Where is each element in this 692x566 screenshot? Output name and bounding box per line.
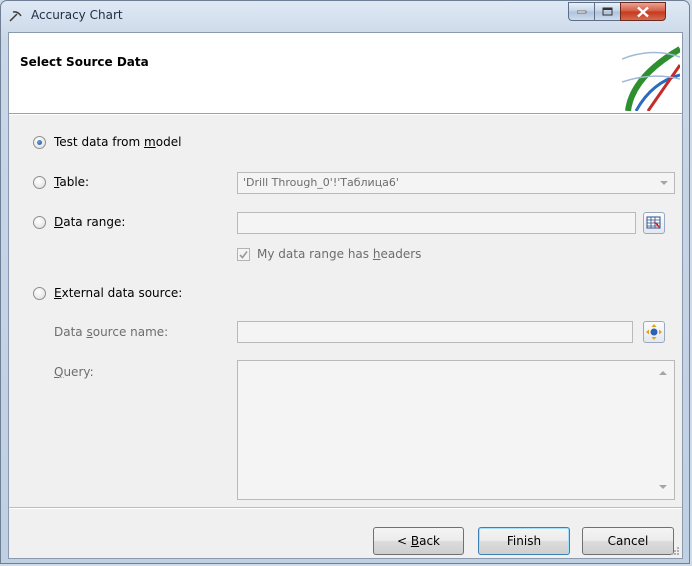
cancel-button[interactable]: Cancel [582,527,674,555]
data-source-name-label: Data source name: [54,325,168,339]
wizard-header: Select Source Data [9,33,682,114]
footer-divider-highlight [9,508,682,509]
table-radio[interactable] [33,176,46,189]
maximize-icon [602,7,612,15]
minimize-icon [576,10,586,13]
table-label-rest: able: [59,175,90,189]
data-range-label-rest: ata range: [63,215,126,229]
test-data-label[interactable]: Test data from model [54,135,181,149]
range-picker-icon [646,216,661,229]
finish-button[interactable]: Finish [478,527,570,555]
has-headers-checkbox[interactable] [237,248,250,261]
four-arrows-icon [646,324,662,340]
data-source-name-input[interactable] [237,321,633,343]
query-label-rest: uery: [63,365,94,379]
has-headers-label-text: My data range has [257,247,373,261]
back-button-prefix: < [396,534,411,548]
scroll-down-icon[interactable] [659,485,667,489]
header-divider [9,114,682,115]
browse-data-source-button[interactable] [643,321,665,343]
test-data-radio[interactable] [33,136,46,149]
data-range-input[interactable] [237,212,636,234]
chevron-down-icon [660,181,668,185]
select-range-button[interactable] [643,212,665,234]
has-headers-label[interactable]: My data range has headers [257,247,421,261]
dialog-content: Select Source Data Test data from model … [8,32,683,559]
title-bar[interactable]: Accuracy Chart [1,1,689,31]
pickaxe-icon [9,11,22,22]
chart-graphic-icon [622,46,680,111]
table-select[interactable]: 'Drill Through_0'!'Таблица6' [237,172,675,194]
scroll-up-icon[interactable] [659,371,667,375]
query-textarea[interactable] [237,360,675,500]
has-headers-label-rest: eaders [380,247,422,261]
data-source-name-label-text: Data [54,325,87,339]
resize-grip-icon[interactable] [670,546,680,556]
external-source-radio[interactable] [33,287,46,300]
test-data-access-key: m [144,135,156,149]
checkmark-icon [239,251,248,259]
table-label[interactable]: Table: [54,175,89,189]
data-range-radio[interactable] [33,216,46,229]
data-range-access-key: D [54,215,64,229]
window-title: Accuracy Chart [31,8,123,22]
external-source-label-rest: xternal data source: [61,286,183,300]
test-data-label-text: Test data from [54,135,145,149]
data-range-label[interactable]: Data range: [54,215,125,229]
table-select-value: 'Drill Through_0'!'Таблица6' [243,176,399,189]
dialog-window: Accuracy Chart Select Source Data Test d… [0,0,690,564]
close-icon [637,6,649,17]
back-button-label: ack [419,534,440,548]
page-title: Select Source Data [20,55,149,69]
query-label: Query: [54,365,94,379]
back-access-key: B [410,534,420,548]
external-source-access-key: E [54,286,62,300]
external-source-label[interactable]: External data source: [54,286,182,300]
back-button[interactable]: < Back [373,527,464,555]
close-button[interactable] [620,2,666,21]
minimize-button[interactable] [568,2,595,21]
test-data-label-rest: odel [155,135,182,149]
maximize-button[interactable] [594,2,621,21]
data-source-name-label-rest: ource name: [92,325,169,339]
